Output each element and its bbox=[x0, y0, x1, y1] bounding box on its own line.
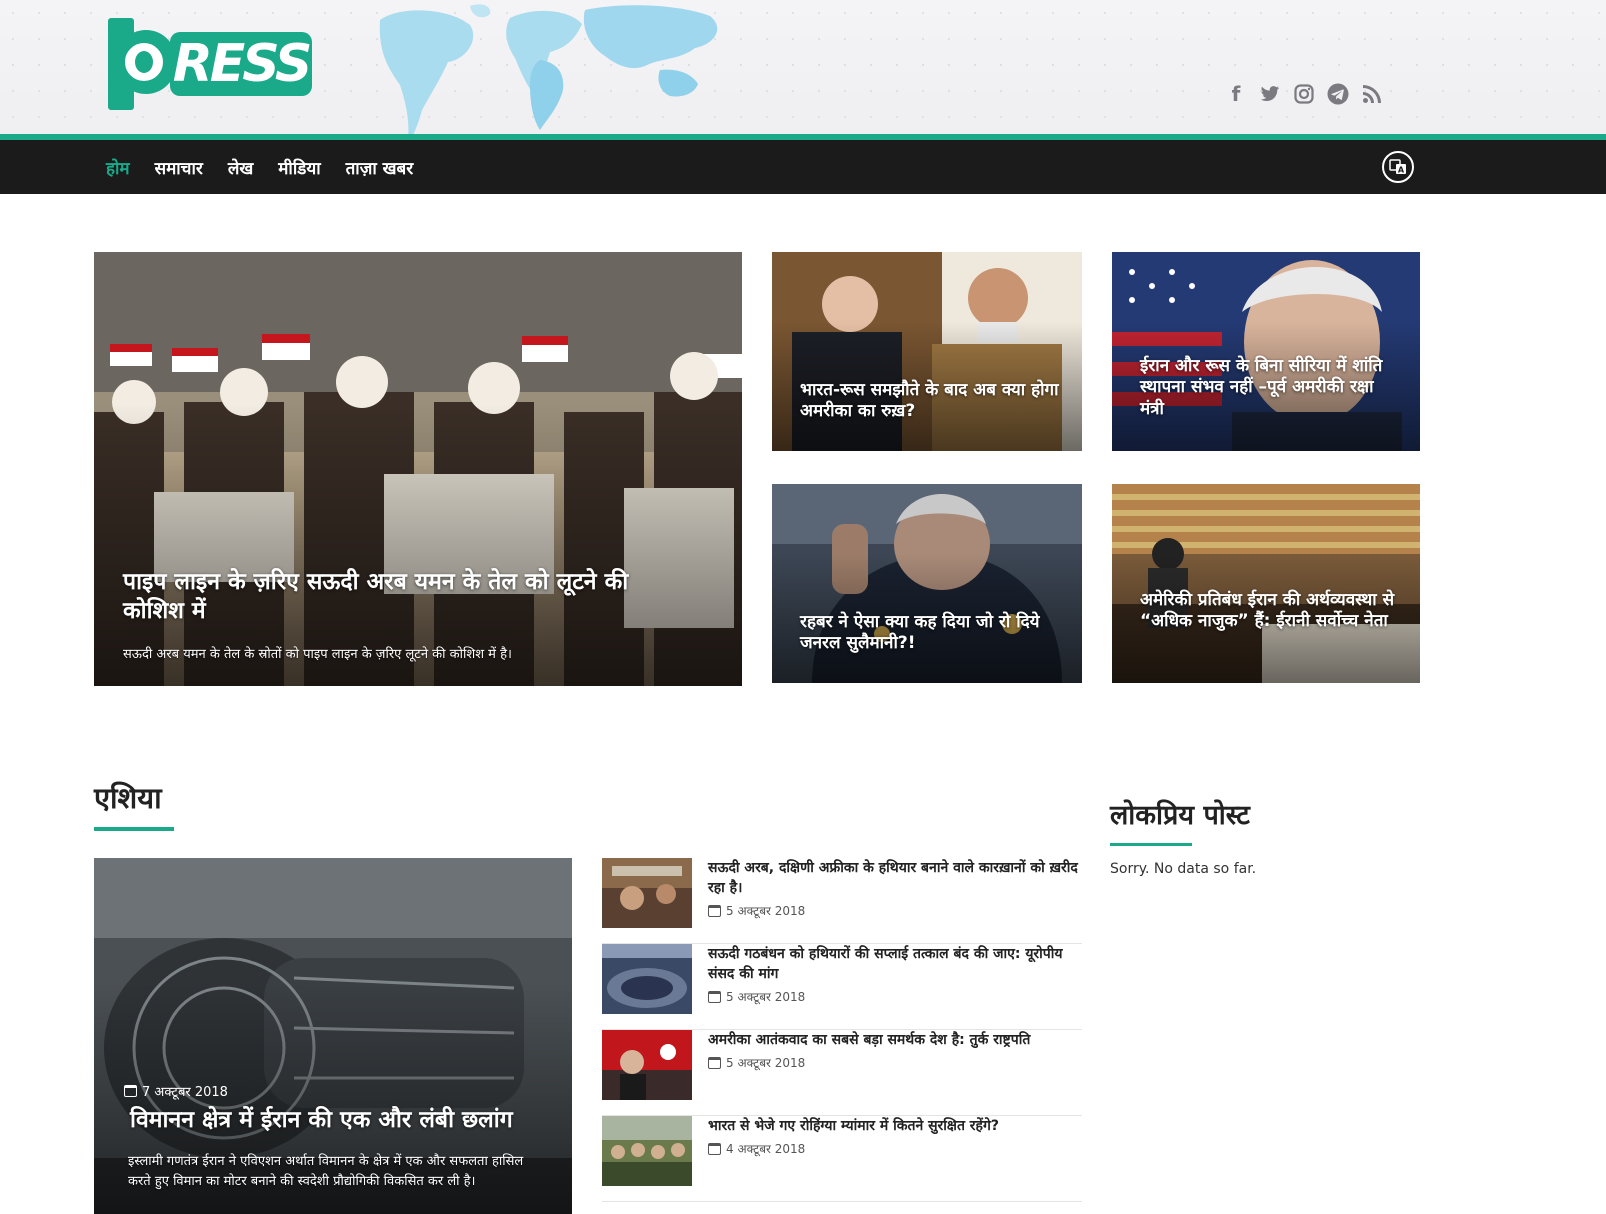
world-map-graphic bbox=[379, 4, 718, 138]
asia-lead-excerpt: इस्लामी गणतंत्र ईरान ने एविएशन अर्थात वि… bbox=[128, 1154, 524, 1189]
instagram-icon[interactable] bbox=[1292, 82, 1316, 106]
featured-card-2-overlay bbox=[1112, 252, 1420, 451]
main-navigation: होम समाचार लेख मीडिया ताज़ा खबर A bbox=[0, 140, 1606, 194]
asia-lead-date: 7 अक्टूबर 2018 bbox=[124, 1082, 228, 1101]
news-item-title[interactable]: सऊदी गठबंधन को हथियारों की सप्लाई तत्काल… bbox=[708, 944, 1080, 985]
news-thumb bbox=[602, 1030, 692, 1100]
facebook-icon[interactable]: f bbox=[1224, 82, 1248, 106]
featured-card-1-title[interactable]: भारत-रूस समझौते के बाद अब क्या होगा अमरी… bbox=[800, 380, 1060, 423]
calendar-icon bbox=[708, 990, 721, 1003]
nav-item-articles[interactable]: लेख bbox=[228, 156, 253, 179]
news-item-title[interactable]: भारत से भेजे गए रोहिंग्या म्यांमार में क… bbox=[708, 1116, 1080, 1136]
translate-icon[interactable]: A bbox=[1382, 151, 1414, 183]
rss-icon[interactable] bbox=[1360, 82, 1384, 106]
calendar-icon bbox=[708, 1142, 721, 1155]
logo-globe-icon bbox=[122, 40, 166, 84]
nav-item-latest[interactable]: ताज़ा खबर bbox=[346, 156, 414, 179]
asia-news-list: सऊदी अरब, दक्षिणी अफ्रीका के हथियार बनान… bbox=[602, 858, 1082, 1202]
featured-card-3-title[interactable]: रहबर ने ऐसा क्या कह दिया जो रो दिये जनरल… bbox=[800, 612, 1060, 655]
telegram-icon[interactable] bbox=[1326, 82, 1350, 106]
asia-lead-title[interactable]: विमानन क्षेत्र में ईरान की एक और लंबी छल… bbox=[130, 1106, 550, 1135]
section-underline-asia bbox=[94, 827, 174, 831]
featured-card-2-title[interactable]: ईरान और रूस के बिना सीरिया में शांति स्थ… bbox=[1140, 356, 1396, 420]
list-item[interactable]: अमरीका आतंकवाद का सबसे बड़ा समर्थक देश ह… bbox=[602, 1030, 1082, 1116]
featured-card-3[interactable]: रहबर ने ऐसा क्या कह दिया जो रो दिये जनरल… bbox=[772, 484, 1082, 683]
calendar-icon bbox=[124, 1085, 137, 1097]
popular-posts-empty-message: Sorry. No data so far. bbox=[1110, 861, 1257, 877]
featured-card-4[interactable]: अमेरिकी प्रतिबंध ईरान की अर्थव्यवस्था से… bbox=[1112, 484, 1420, 683]
list-item[interactable]: सऊदी अरब, दक्षिणी अफ्रीका के हथियार बनान… bbox=[602, 858, 1082, 944]
news-item-date: 5 अक्टूबर 2018 bbox=[708, 902, 805, 919]
news-item-date-text: 4 अक्टूबर 2018 bbox=[726, 1142, 806, 1156]
news-thumb bbox=[602, 858, 692, 928]
news-thumb bbox=[602, 944, 692, 1014]
site-logo[interactable]: RESS bbox=[108, 18, 312, 110]
twitter-icon[interactable] bbox=[1258, 82, 1282, 106]
featured-card-4-overlay bbox=[1112, 484, 1420, 683]
news-item-date-text: 5 अक्टूबर 2018 bbox=[726, 904, 806, 918]
asia-lead-card[interactable]: 7 अक्टूबर 2018 विमानन क्षेत्र में ईरान क… bbox=[94, 858, 572, 1214]
social-links: f bbox=[1224, 82, 1384, 106]
nav-item-media[interactable]: मीडिया bbox=[278, 156, 320, 179]
nav-item-home[interactable]: होम bbox=[106, 156, 130, 179]
section-title-popular-posts: लोकप्रिय पोस्ट bbox=[1110, 800, 1250, 831]
featured-main-excerpt: सऊदी अरब यमन के तेल के स्रोतों को पाइप ल… bbox=[123, 647, 512, 662]
news-item-date: 5 अक्टूबर 2018 bbox=[708, 1054, 805, 1071]
news-item-title[interactable]: सऊदी अरब, दक्षिणी अफ्रीका के हथियार बनान… bbox=[708, 858, 1080, 899]
news-item-title[interactable]: अमरीका आतंकवाद का सबसे बड़ा समर्थक देश ह… bbox=[708, 1030, 1080, 1050]
calendar-icon bbox=[708, 904, 721, 917]
news-item-date: 5 अक्टूबर 2018 bbox=[708, 988, 805, 1005]
calendar-icon bbox=[708, 1056, 721, 1069]
featured-card-2[interactable]: ईरान और रूस के बिना सीरिया में शांति स्थ… bbox=[1112, 252, 1420, 451]
asia-lead-date-text: 7 अक्टूबर 2018 bbox=[142, 1085, 228, 1100]
logo-text: RESS bbox=[170, 32, 312, 96]
section-title-asia[interactable]: एशिया bbox=[94, 778, 162, 817]
nav-item-news[interactable]: समाचार bbox=[155, 156, 203, 179]
site-header: RESS f bbox=[0, 0, 1606, 138]
featured-main-card[interactable]: पाइप लाइन के ज़रिए सऊदी अरब यमन के तेल क… bbox=[94, 252, 742, 686]
news-item-date-text: 5 अक्टूबर 2018 bbox=[726, 990, 806, 1004]
featured-card-1[interactable]: भारत-रूस समझौते के बाद अब क्या होगा अमरी… bbox=[772, 252, 1082, 451]
news-item-date-text: 5 अक्टूबर 2018 bbox=[726, 1056, 806, 1070]
news-thumb bbox=[602, 1116, 692, 1186]
list-item[interactable]: सऊदी गठबंधन को हथियारों की सप्लाई तत्काल… bbox=[602, 944, 1082, 1030]
svg-text:A: A bbox=[1398, 166, 1405, 175]
featured-main-title[interactable]: पाइप लाइन के ज़रिए सऊदी अरब यमन के तेल क… bbox=[123, 568, 683, 626]
list-item[interactable]: भारत से भेजे गए रोहिंग्या म्यांमार में क… bbox=[602, 1116, 1082, 1202]
news-item-date: 4 अक्टूबर 2018 bbox=[708, 1140, 805, 1157]
section-underline-popular bbox=[1110, 843, 1192, 846]
featured-card-4-title[interactable]: अमेरिकी प्रतिबंध ईरान की अर्थव्यवस्था से… bbox=[1140, 590, 1396, 633]
